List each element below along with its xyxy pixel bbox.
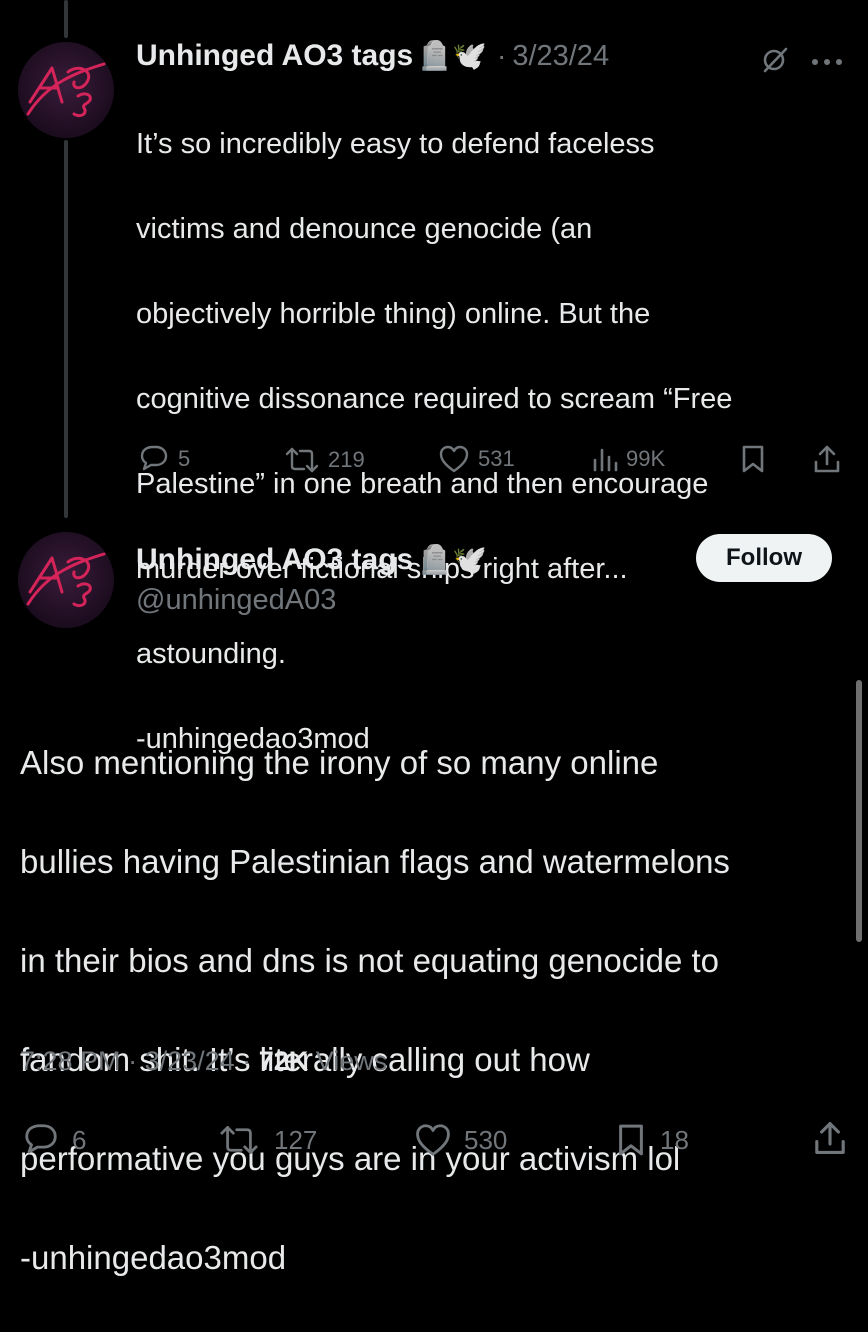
reply-icon <box>25 1124 57 1154</box>
text-line: astounding. <box>136 637 286 670</box>
bookmark-icon <box>742 445 764 473</box>
text-line: bullies having Palestinian flags and wat… <box>20 842 730 880</box>
reply-count: 6 <box>72 1124 87 1155</box>
scrollbar[interactable] <box>856 680 862 942</box>
avatar[interactable] <box>18 42 114 138</box>
share-button[interactable] <box>812 1120 848 1156</box>
author-name[interactable]: Unhinged AO3 tags <box>136 39 413 73</box>
separator: · <box>128 1046 145 1076</box>
separator: · <box>496 40 507 71</box>
author-emojis: 🪦🕊️ <box>417 40 487 71</box>
reply-icon <box>140 445 168 471</box>
reply-author-row: Unhinged AO3 tags 🪦🕊️ · 3/23/24 <box>136 36 609 76</box>
repost-count: 127 <box>274 1124 318 1155</box>
share-button[interactable] <box>812 444 842 474</box>
like-button[interactable]: 531 <box>438 444 515 474</box>
thread-line-connector <box>64 140 68 518</box>
tweet-meta: 7:28 PM · 3/23/24 · 72K Views <box>20 1046 387 1077</box>
tweet-date: 3/23/24 <box>144 1046 235 1076</box>
thread-line-top <box>64 0 68 38</box>
repost-icon <box>220 1126 258 1154</box>
author-handle[interactable]: @unhingedA03 <box>136 584 336 617</box>
follow-button[interactable]: Follow <box>696 534 832 582</box>
tweet-date[interactable]: 3/23/24 <box>512 40 609 73</box>
views-count: 99K <box>626 446 666 471</box>
views-count: 72K <box>258 1046 309 1076</box>
repost-count: 219 <box>328 447 365 472</box>
like-count: 531 <box>478 446 515 471</box>
text-line: Also mentioning the irony of so many onl… <box>20 743 659 781</box>
repost-button[interactable]: 127 <box>218 1124 317 1156</box>
main-tweet-text: Also mentioning the irony of so many onl… <box>20 688 850 1332</box>
share-icon <box>814 445 840 473</box>
bookmark-count: 18 <box>660 1124 689 1155</box>
views-chart-icon <box>593 448 618 472</box>
bookmark-button[interactable]: 18 <box>616 1122 689 1158</box>
text-line: cognitive dissonance required to scream … <box>136 382 733 415</box>
views-label: Views <box>315 1046 388 1076</box>
avatar[interactable] <box>18 532 114 628</box>
like-button[interactable]: 530 <box>414 1122 507 1158</box>
text-line: objectively horrible thing) online. But … <box>136 297 651 330</box>
text-line: It’s so incredibly easy to defend facele… <box>136 127 655 160</box>
grok-icon[interactable] <box>760 44 790 79</box>
text-line: -unhingedao3mod <box>20 1238 287 1276</box>
bookmark-button[interactable] <box>740 444 766 474</box>
bookmark-icon <box>619 1124 643 1156</box>
like-count: 530 <box>464 1124 508 1155</box>
main-author-row: Unhinged AO3 tags 🪦🕊️ <box>136 540 487 580</box>
reply-count: 5 <box>178 446 191 471</box>
reply-button[interactable]: 6 <box>22 1122 86 1158</box>
author-emojis: 🪦🕊️ <box>417 544 487 575</box>
separator: · <box>242 1046 259 1076</box>
text-line: in their bios and dns is not equating ge… <box>20 941 719 979</box>
text-line: victims and denounce genocide (an <box>136 212 593 245</box>
heart-icon <box>439 445 469 473</box>
heart-icon <box>416 1124 450 1156</box>
reply-button[interactable]: 5 <box>138 444 190 474</box>
repost-icon <box>285 447 319 473</box>
author-name[interactable]: Unhinged AO3 tags <box>136 543 413 577</box>
repost-button[interactable]: 219 <box>284 446 365 474</box>
more-icon[interactable] <box>810 54 844 72</box>
views-button[interactable]: 99K <box>592 446 665 472</box>
share-icon <box>815 1122 845 1154</box>
tweet-time: 7:28 PM <box>20 1046 121 1076</box>
